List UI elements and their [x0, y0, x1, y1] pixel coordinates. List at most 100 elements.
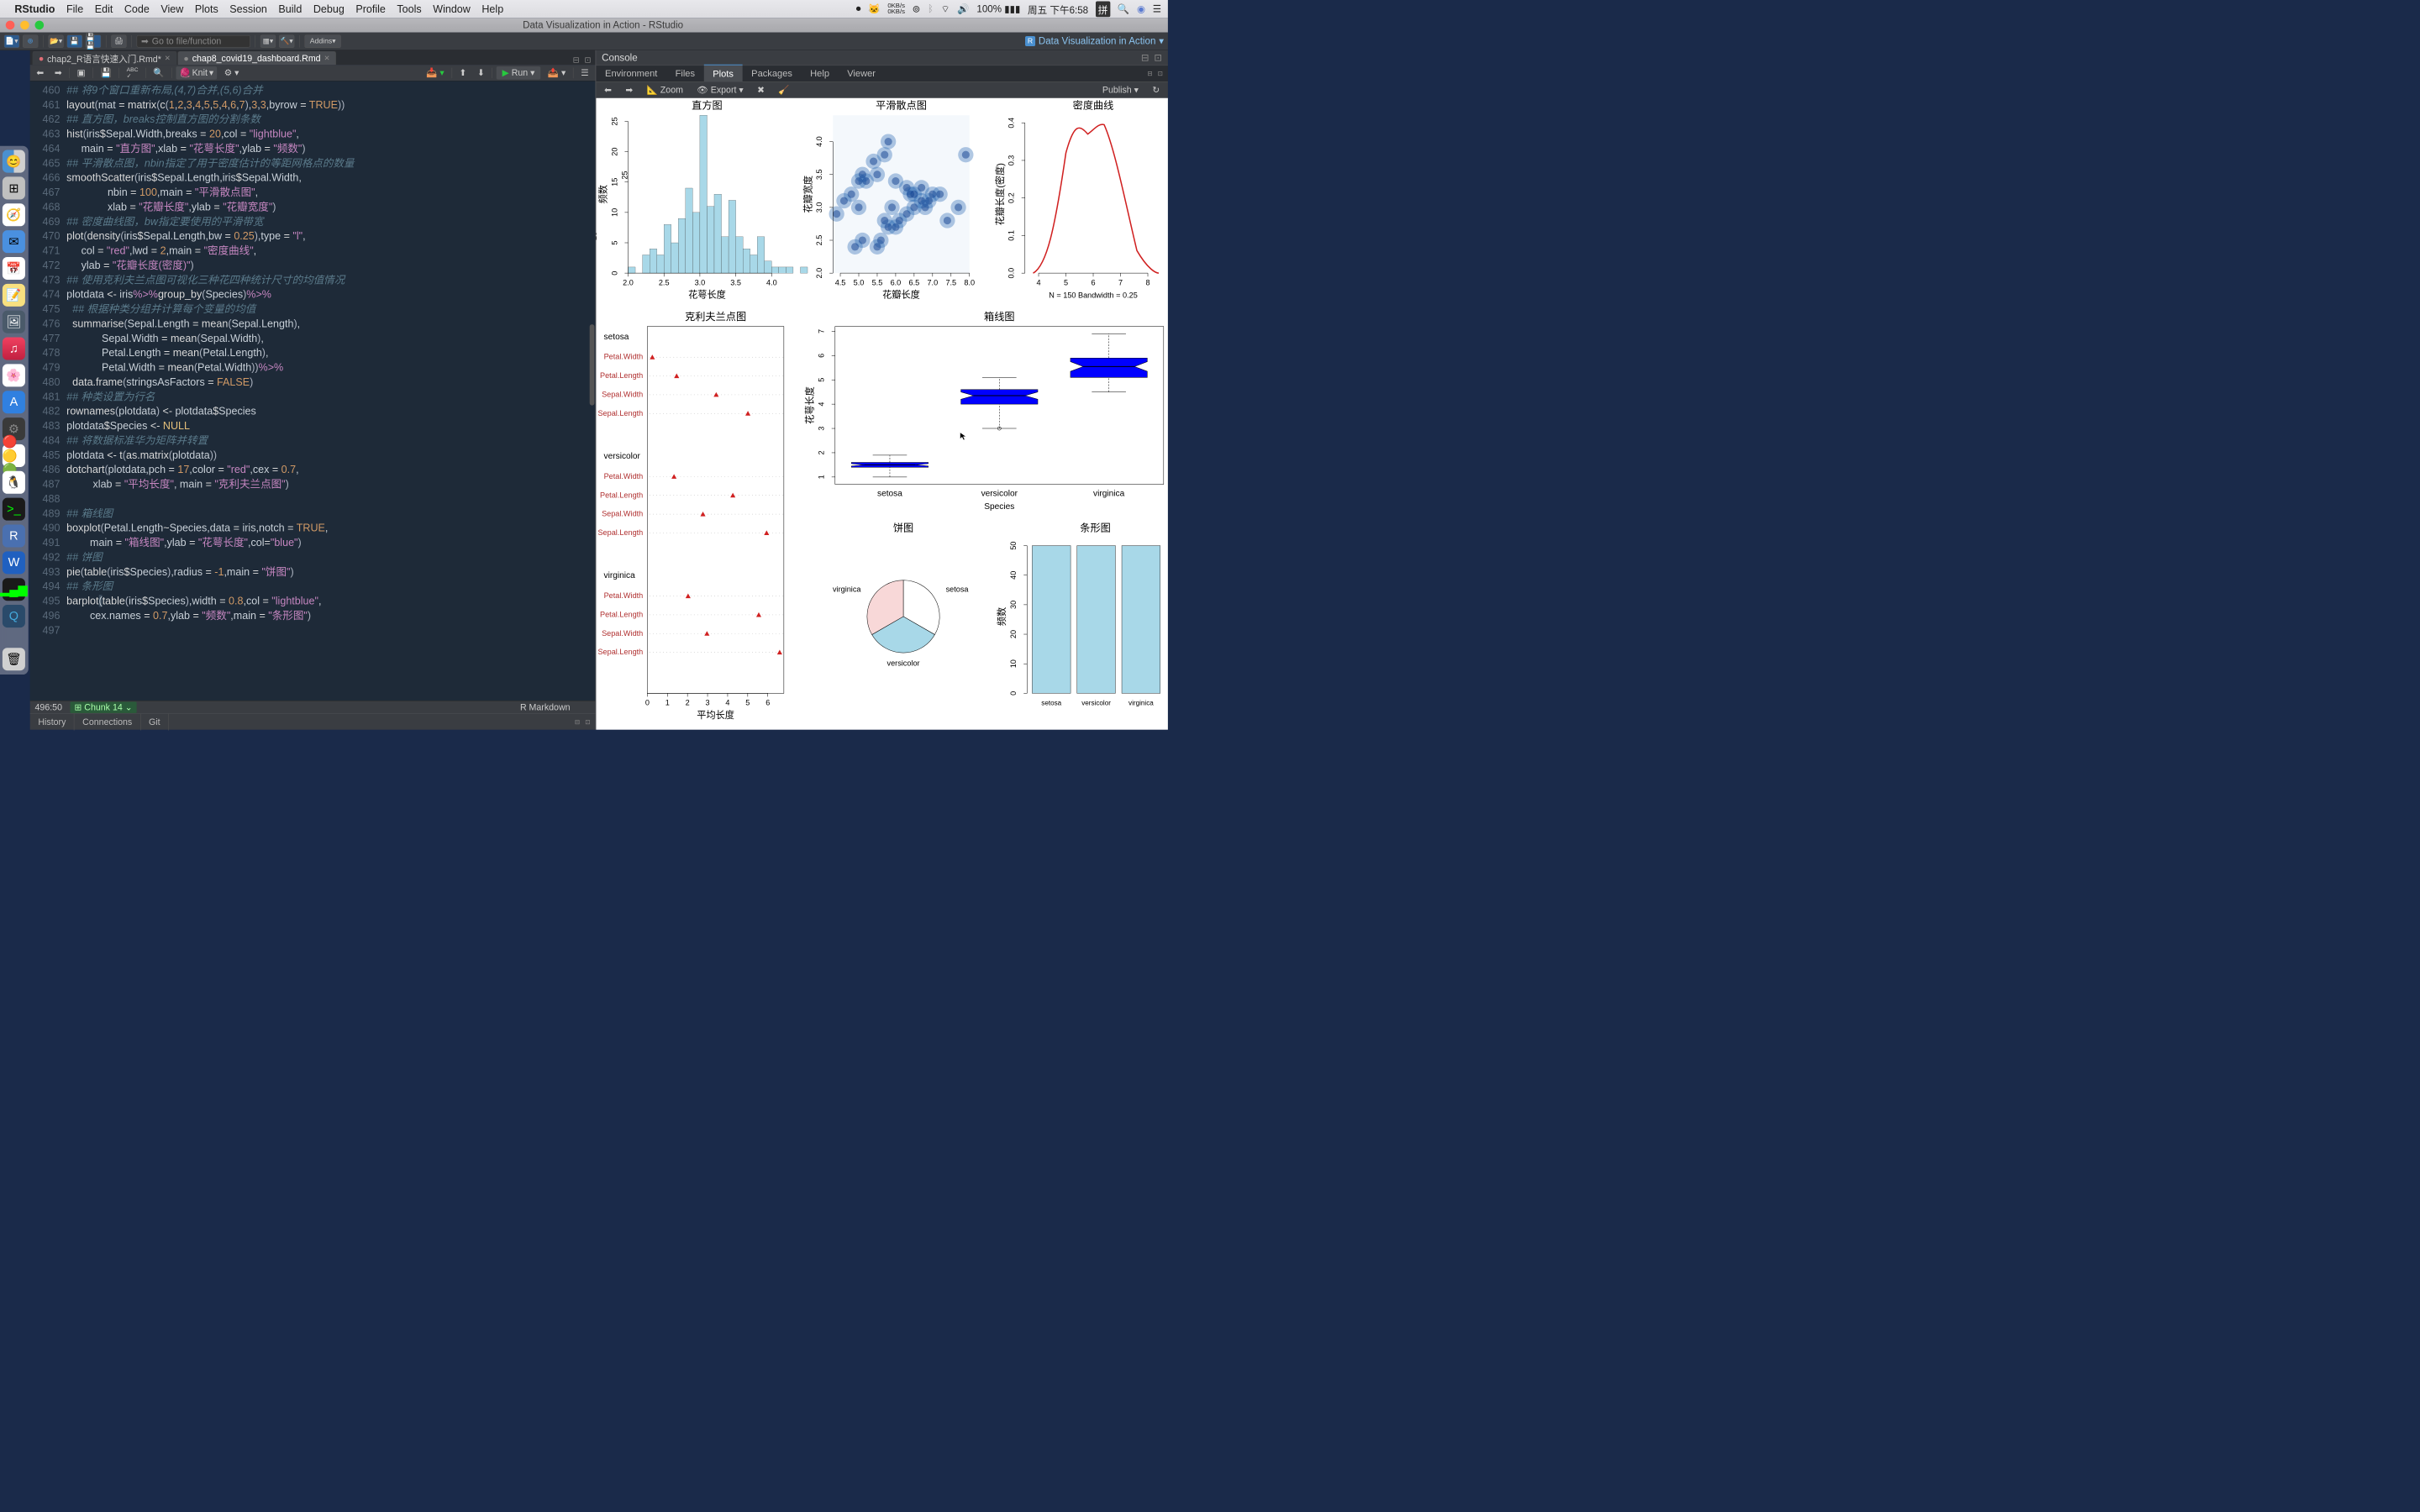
editor-scrollbar[interactable]	[589, 89, 595, 673]
status-spotlight-icon[interactable]: 🔍	[1118, 3, 1129, 15]
export-button[interactable]: 👁 Export ▾	[693, 83, 748, 96]
plot-next-button[interactable]: ➡	[622, 83, 638, 96]
open-file-button[interactable]: 📂▾	[48, 34, 63, 47]
zoom-window-button[interactable]	[35, 21, 45, 30]
tab-packages[interactable]: Packages	[743, 65, 802, 82]
run-button[interactable]: ▶ Run ▾	[497, 66, 540, 79]
status-battery[interactable]: 100% ▮▮▮	[976, 3, 1020, 15]
outline-button[interactable]: ☰	[577, 66, 592, 79]
source-tab-2[interactable]: ● chap8_covid19_dashboard.Rmd ✕	[177, 51, 336, 65]
maximize-pane-icon[interactable]: ⊡	[585, 717, 590, 726]
project-selector[interactable]: R Data Visualization in Action ▾	[1025, 35, 1164, 47]
clear-all-plots-button[interactable]: 🧹	[775, 83, 794, 96]
tab-viewer[interactable]: Viewer	[839, 65, 885, 82]
tab-connections[interactable]: Connections	[75, 713, 141, 730]
status-bluetooth-icon[interactable]: ᛒ	[928, 3, 934, 15]
minimize-pane-icon[interactable]: ⊟	[1141, 52, 1150, 64]
insert-chunk-button[interactable]: 📥 ▾	[423, 66, 447, 79]
menu-edit[interactable]: Edit	[95, 3, 113, 15]
spellcheck-button[interactable]: ABC✓	[124, 65, 142, 81]
menu-build[interactable]: Build	[278, 3, 302, 15]
tab-environment[interactable]: Environment	[596, 65, 666, 82]
dock-word[interactable]: W	[3, 551, 25, 574]
dock-rstudio[interactable]: R	[3, 524, 25, 547]
zoom-button[interactable]: 📐 Zoom	[643, 83, 687, 96]
tab-files[interactable]: Files	[666, 65, 704, 82]
grid-view-button[interactable]: ▦▾	[260, 34, 276, 47]
chunk-navigator[interactable]: ⊞ Chunk 14 ⌄	[71, 701, 137, 713]
dock-trash[interactable]: 🗑	[3, 648, 25, 670]
menu-file[interactable]: File	[66, 3, 83, 15]
maximize-pane-icon[interactable]: ⊡	[1158, 70, 1163, 78]
refresh-plot-button[interactable]: ↻	[1149, 83, 1165, 96]
status-ime[interactable]: 拼	[1096, 1, 1110, 17]
status-siri-icon[interactable]: ◉	[1137, 3, 1145, 15]
dock-mail[interactable]: ✉	[3, 230, 25, 253]
knit-button[interactable]: 🧶 Knit ▾	[176, 66, 217, 79]
dock-activity[interactable]: ▂▄▆	[3, 578, 25, 601]
go-to-prev-chunk-button[interactable]: ⬆	[456, 66, 471, 79]
publish-plot-button[interactable]: Publish ▾	[1098, 83, 1143, 96]
minimize-pane-icon[interactable]: ⊟	[1147, 70, 1152, 78]
minimize-pane-icon[interactable]: ⊟	[573, 55, 580, 65]
menu-tools[interactable]: Tools	[397, 3, 421, 15]
status-network[interactable]: 0KB/s0KB/s	[887, 3, 905, 15]
dock-photos[interactable]: 🌸	[3, 364, 25, 386]
publish-button[interactable]: 📤 ▾	[544, 66, 569, 79]
tab-plots[interactable]: Plots	[704, 65, 743, 83]
knit-options-button[interactable]: ⚙ ▾	[221, 66, 243, 79]
app-name[interactable]: RStudio	[14, 3, 55, 15]
status-wifi-icon[interactable]: ⌔	[941, 3, 950, 14]
status-notification-icon[interactable]: ☰	[1153, 3, 1161, 15]
dock-finder[interactable]: 😊	[3, 150, 25, 173]
addins-button[interactable]: Addins ▾	[304, 34, 340, 47]
tab-help[interactable]: Help	[802, 65, 839, 82]
status-datetime[interactable]: 周五 下午6:58	[1028, 2, 1088, 16]
close-tab-icon[interactable]: ✕	[324, 54, 329, 62]
dock-safari[interactable]: 🧭	[3, 203, 25, 226]
save-all-button[interactable]: 💾💾	[86, 34, 101, 47]
menu-help[interactable]: Help	[481, 3, 503, 15]
new-project-button[interactable]: ⊕	[23, 34, 38, 47]
dock-preview[interactable]: 🖼	[3, 311, 25, 333]
save-button[interactable]: 💾	[67, 34, 82, 47]
maximize-pane-icon[interactable]: ⊡	[1154, 52, 1162, 64]
save-file-button[interactable]: 💾	[97, 66, 115, 79]
dock-launchpad[interactable]: ⊞	[3, 176, 25, 199]
menu-window[interactable]: Window	[433, 3, 471, 15]
menu-code[interactable]: Code	[124, 3, 150, 15]
goto-file-input[interactable]: ➡ Go to file/function	[137, 35, 250, 47]
minimize-pane-icon[interactable]: ⊟	[575, 717, 580, 726]
menu-view[interactable]: View	[160, 3, 183, 15]
code-editor[interactable]: 460## 将9个窗口重新布局,(4,7)合并,(5,6)合并461layout…	[30, 81, 596, 701]
find-replace-button[interactable]: 🔍	[150, 66, 168, 79]
build-button[interactable]: 🔨▾	[279, 34, 294, 47]
plot-prev-button[interactable]: ⬅	[600, 83, 616, 96]
forward-button[interactable]: ➡	[51, 66, 66, 79]
source-tab-1[interactable]: ● chap2_R语言快速入门.Rmd* ✕	[33, 51, 177, 65]
close-window-button[interactable]	[6, 21, 15, 30]
dock-music[interactable]: ♫	[3, 338, 25, 360]
dock-quicktime[interactable]: Q	[3, 605, 25, 627]
dock-terminal[interactable]: >_	[3, 498, 25, 521]
minimize-window-button[interactable]	[20, 21, 29, 30]
dock-notes[interactable]: 📝	[3, 284, 25, 307]
show-in-new-window-button[interactable]: ▣	[74, 66, 89, 79]
status-cat-icon[interactable]: 🐱	[868, 3, 880, 15]
tab-git[interactable]: Git	[140, 713, 168, 730]
dock-calendar[interactable]: 📅28	[3, 257, 25, 280]
menu-plots[interactable]: Plots	[195, 3, 218, 15]
status-volume-icon[interactable]: 🔊	[957, 3, 969, 15]
dock-qq[interactable]: 🐧	[3, 471, 25, 494]
status-record-icon[interactable]: ⏺	[856, 3, 861, 15]
go-to-next-chunk-button[interactable]: ⬇	[474, 66, 488, 79]
print-button[interactable]: 🖨	[111, 34, 126, 47]
remove-plot-button[interactable]: ✖	[753, 83, 769, 96]
menu-profile[interactable]: Profile	[355, 3, 386, 15]
close-tab-icon[interactable]: ✕	[165, 54, 171, 62]
status-sync-icon[interactable]: ⊚	[913, 3, 921, 15]
dock-chrome[interactable]: 🔴🟡🟢	[3, 444, 25, 467]
new-file-button[interactable]: 📄▾	[4, 34, 19, 47]
menu-session[interactable]: Session	[229, 3, 267, 15]
tab-history[interactable]: History	[30, 713, 75, 730]
